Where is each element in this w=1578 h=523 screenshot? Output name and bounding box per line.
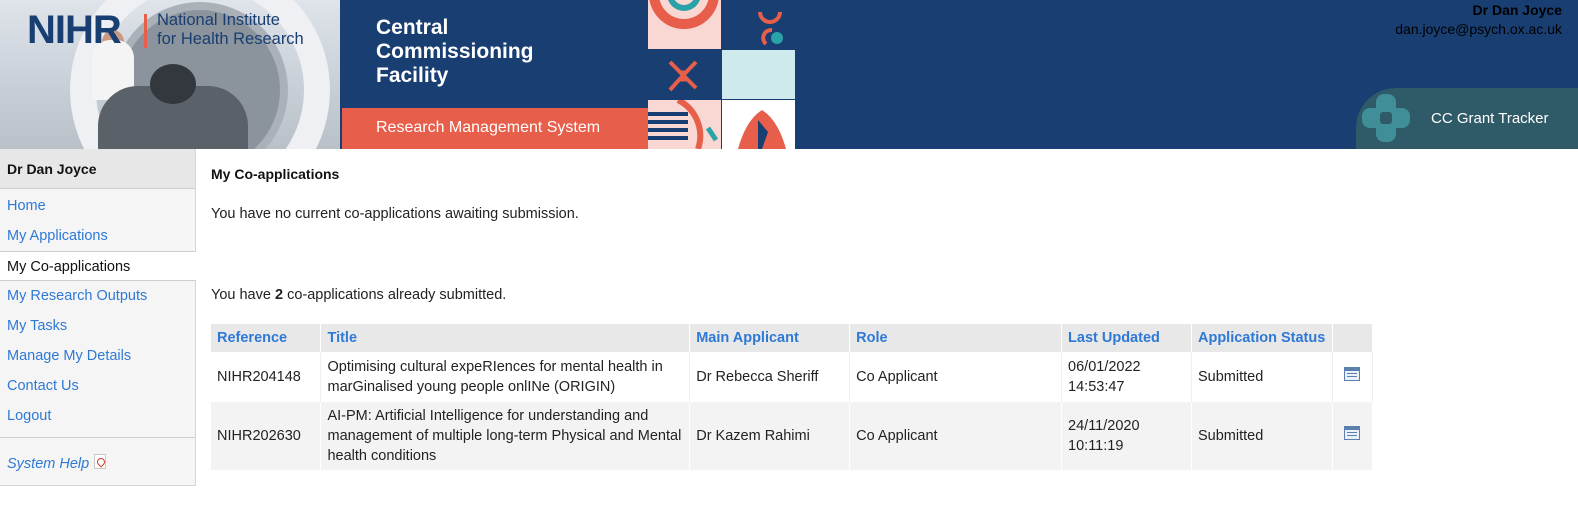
page-title: My Co-applications: [211, 166, 340, 182]
column-header-role[interactable]: Role: [849, 324, 1063, 352]
sidebar: Dr Dan Joyce Home My Applications My Co-…: [0, 149, 196, 486]
sidebar-item-my-applications[interactable]: My Applications: [0, 221, 195, 251]
column-header-application-status[interactable]: Application Status: [1191, 324, 1333, 352]
user-name: Dr Dan Joyce: [1472, 2, 1562, 18]
column-header-actions: [1332, 324, 1374, 352]
cell-title: Optimising cultural expeRIences for ment…: [320, 352, 691, 402]
sidebar-item-contact-us[interactable]: Contact Us: [0, 371, 195, 401]
sidebar-item-my-research-outputs[interactable]: My Research Outputs: [0, 281, 195, 311]
ccf-title: Central Commissioning Facility: [376, 16, 534, 87]
user-email: dan.joyce@psych.ox.ac.uk: [1395, 21, 1562, 37]
cell-main-applicant: Dr Kazem Rahimi: [689, 402, 851, 470]
view-details-icon[interactable]: [1344, 426, 1361, 440]
cell-status: Submitted: [1191, 352, 1333, 402]
pdf-icon: [94, 454, 107, 469]
cell-role: Co Applicant: [849, 402, 1063, 470]
column-header-main-applicant[interactable]: Main Applicant: [689, 324, 851, 352]
cell-reference: NIHR202630: [211, 402, 322, 470]
system-name-bar: Research Management System: [342, 108, 648, 149]
cell-reference: NIHR204148: [211, 352, 322, 402]
table-header-row: Reference Title Main Applicant Role Last…: [211, 324, 1374, 352]
cc-grant-tracker-label: CC Grant Tracker: [1431, 110, 1549, 127]
submitted-message: You have 2 co-applications already submi…: [211, 287, 507, 303]
submitted-count: 2: [274, 287, 284, 303]
cc-grant-tracker-badge[interactable]: CC Grant Tracker: [1356, 88, 1578, 149]
cell-status: Submitted: [1191, 402, 1333, 470]
view-details-icon[interactable]: [1344, 367, 1361, 381]
header-banner: NIHR National Institute for Health Resea…: [0, 0, 1578, 149]
no-current-message: You have no current co-applications awai…: [211, 206, 579, 222]
cell-action: [1332, 402, 1374, 470]
sidebar-item-home[interactable]: Home: [0, 191, 195, 221]
sidebar-item-my-co-applications[interactable]: My Co-applications: [0, 251, 196, 281]
cell-last-updated: 24/11/2020 10:11:19: [1061, 402, 1192, 470]
decorative-tiles: [648, 0, 795, 149]
cell-title: AI-PM: Artificial Intelligence for under…: [320, 402, 691, 470]
column-header-title[interactable]: Title: [320, 324, 691, 352]
system-name: Research Management System: [376, 119, 601, 136]
system-help-label: System Help: [7, 456, 90, 472]
sidebar-item-my-tasks[interactable]: My Tasks: [0, 311, 195, 341]
column-header-reference[interactable]: Reference: [211, 324, 322, 352]
co-applications-table: Reference Title Main Applicant Role Last…: [211, 324, 1374, 470]
nihr-logo-text: National Institute for Health Research: [157, 11, 304, 48]
cell-action: [1332, 352, 1374, 402]
system-help-link[interactable]: System Help: [0, 438, 195, 488]
sidebar-user-heading: Dr Dan Joyce: [0, 149, 195, 189]
mri-scanner-photo: NIHR National Institute for Health Resea…: [0, 0, 340, 149]
table-row: NIHR202630 AI-PM: Artificial Intelligenc…: [211, 402, 1374, 470]
user-info: Dr Dan Joyce dan.joyce@psych.ox.ac.uk: [1395, 2, 1562, 39]
nihr-logo-mark: NIHR: [27, 8, 122, 52]
cell-role: Co Applicant: [849, 352, 1063, 402]
grant-tracker-icon: [1362, 94, 1410, 142]
table-row: NIHR204148 Optimising cultural expeRIenc…: [211, 352, 1374, 402]
cell-last-updated: 06/01/2022 14:53:47: [1061, 352, 1192, 402]
sidebar-item-logout[interactable]: Logout: [0, 401, 195, 431]
cell-main-applicant: Dr Rebecca Sheriff: [689, 352, 851, 402]
column-header-last-updated[interactable]: Last Updated: [1061, 324, 1192, 352]
sidebar-item-manage-my-details[interactable]: Manage My Details: [0, 341, 195, 371]
